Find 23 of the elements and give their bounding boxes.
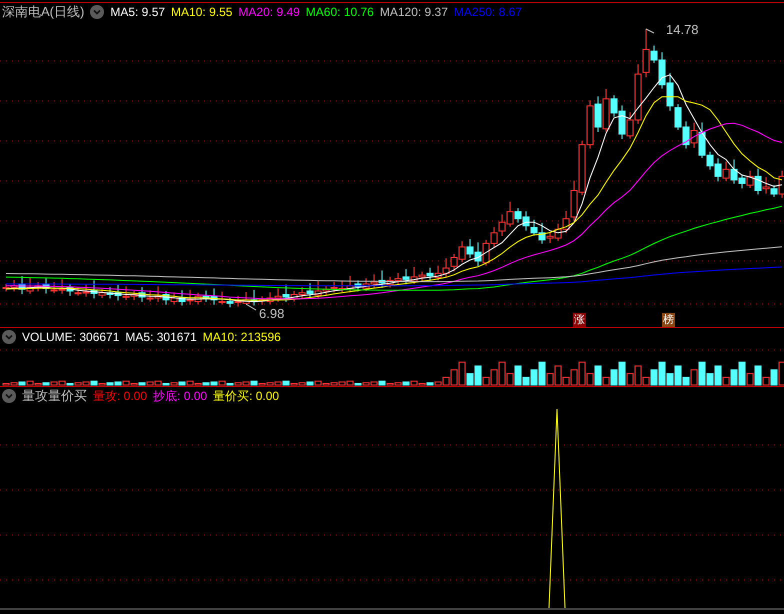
- indicator-value: MA120: 9.37: [380, 4, 448, 21]
- collapse-icon[interactable]: [90, 5, 104, 19]
- collapse-icon[interactable]: [2, 389, 16, 403]
- price-high-label: 14.78: [666, 21, 699, 39]
- indicator-title: 量攻量价买: [22, 387, 87, 406]
- tag-badge[interactable]: 涨: [573, 313, 586, 327]
- indicator-value: 量价买: 0.00: [213, 388, 280, 405]
- indicator-value: 量攻: 0.00: [93, 388, 148, 405]
- indicator-value: VOLUME: 306671: [22, 328, 120, 346]
- leader-line: [246, 304, 256, 311]
- indicator-value: MA10: 213596: [202, 328, 281, 346]
- tag-badge[interactable]: 榜: [662, 313, 675, 327]
- stock-title: 深南电A(日线): [2, 3, 84, 22]
- collapse-icon[interactable]: [2, 330, 16, 344]
- leader-line: [646, 28, 654, 34]
- price-low-label: 6.98: [259, 305, 284, 323]
- indicator-value: MA20: 9.49: [238, 4, 300, 21]
- indicator-value: MA250: 8.67: [454, 4, 522, 21]
- indicator-value: MA10: 9.55: [171, 4, 232, 21]
- indicator-value: MA60: 10.76: [306, 4, 374, 21]
- indicator-value: MA5: 301671: [125, 328, 197, 346]
- indicator-value: 抄底: 0.00: [153, 388, 208, 405]
- indicator-value: MA5: 9.57: [110, 4, 166, 21]
